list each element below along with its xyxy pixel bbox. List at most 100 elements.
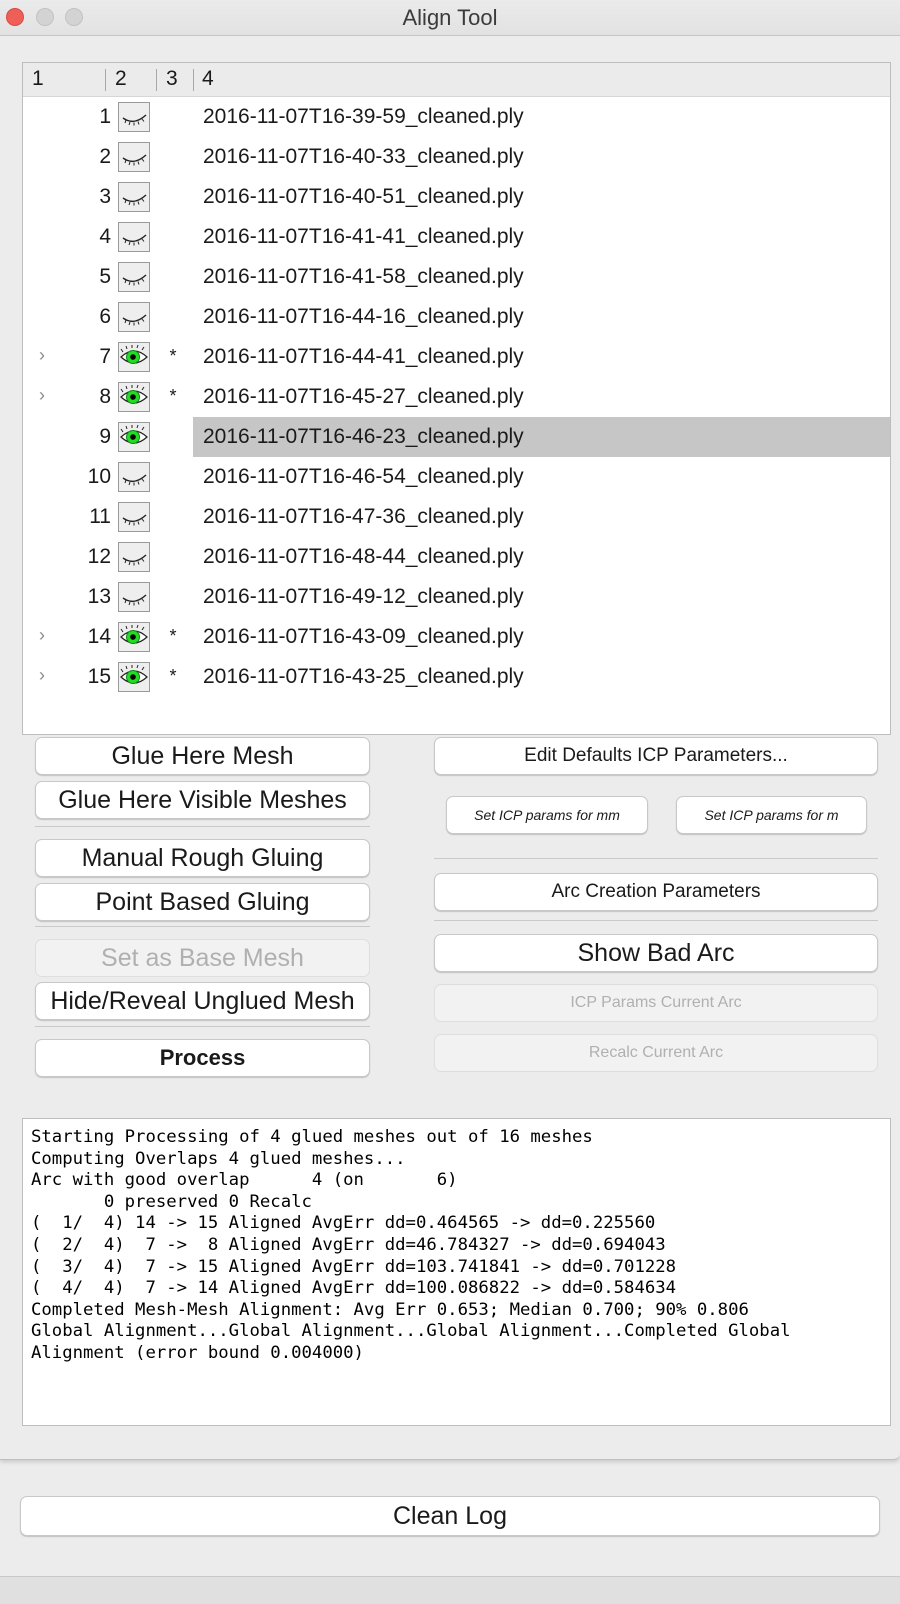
filename-cell[interactable]: 2016-11-07T16-41-41_cleaned.ply (193, 217, 890, 257)
separator (434, 920, 878, 921)
filename-cell[interactable]: 2016-11-07T16-48-44_cleaned.ply (193, 537, 890, 577)
log-line: ( 2/ 4) 7 -> 8 Aligned AvgErr dd=46.7843… (31, 1234, 666, 1255)
hide-reveal-unglued-mesh-button[interactable]: Hide/Reveal Unglued Mesh (35, 982, 370, 1020)
show-bad-arc-button[interactable]: Show Bad Arc (434, 934, 878, 972)
filename-cell[interactable]: 2016-11-07T16-40-51_cleaned.ply (193, 177, 890, 217)
filename-cell[interactable]: 2016-11-07T16-39-59_cleaned.ply (193, 97, 890, 137)
tree-row[interactable]: 10 2016-11-07T16-46-54_cleaned.ply (23, 457, 890, 497)
row-number: 15 (87, 665, 111, 688)
tree-row[interactable]: 6 2016-11-07T16-44-16_cleaned.ply (23, 297, 890, 337)
separator (35, 826, 370, 827)
log-output[interactable]: Starting Processing of 4 glued meshes ou… (22, 1118, 891, 1426)
eye-closed-icon[interactable] (118, 142, 150, 172)
tree-row[interactable]: 1 2016-11-07T16-39-59_cleaned.ply (23, 97, 890, 137)
title-bar: Align Tool (0, 0, 900, 36)
chevron-right-icon[interactable]: › (39, 665, 57, 687)
tree-row[interactable]: 11 2016-11-07T16-47-36_cleaned.ply (23, 497, 890, 537)
eye-closed-icon[interactable] (118, 182, 150, 212)
tree-rows: 1 2016-11-07T16-39-59_cleaned.ply 2 2016-11… (23, 97, 890, 697)
set-as-base-mesh-button[interactable]: Set as Base Mesh (35, 939, 370, 977)
tree-row[interactable]: › 15 * 2016-11-07T16-43-25_cleaned.ply (23, 657, 890, 697)
tree-row[interactable]: 3 2016-11-07T16-40-51_cleaned.ply (23, 177, 890, 217)
log-line: Global Alignment...Global Alignment...Gl… (31, 1321, 791, 1342)
column-separator[interactable] (105, 69, 106, 91)
row-number: 7 (99, 345, 111, 368)
filename-cell[interactable]: 2016-11-07T16-46-54_cleaned.ply (193, 457, 890, 497)
filename-cell[interactable]: 2016-11-07T16-43-09_cleaned.ply (193, 617, 890, 657)
eye-closed-icon[interactable] (118, 582, 150, 612)
mesh-tree[interactable]: 1 2 3 4 1 2016-11-07T16-39-59_cleaned.ply… (22, 62, 891, 735)
column-header-3[interactable]: 3 (166, 67, 178, 91)
tree-row[interactable]: › 7 * 2016-11-07T16-44-41_cleaned.ply (23, 337, 890, 377)
chevron-right-icon[interactable]: › (39, 345, 57, 367)
filename-cell[interactable]: 2016-11-07T16-44-16_cleaned.ply (193, 297, 890, 337)
row-number: 1 (99, 105, 111, 128)
eye-closed-icon[interactable] (118, 542, 150, 572)
column-separator[interactable] (193, 69, 194, 91)
chevron-right-icon[interactable]: › (39, 625, 57, 647)
column-header-1[interactable]: 1 (32, 67, 44, 91)
tree-row[interactable]: › 14 * 2016-11-07T16-43-09_cleaned.ply (23, 617, 890, 657)
eye-open-icon[interactable] (118, 622, 150, 652)
manual-rough-gluing-button[interactable]: Manual Rough Gluing (35, 839, 370, 877)
edit-defaults-icp-parameters-button[interactable]: Edit Defaults ICP Parameters... (434, 737, 878, 775)
set-icp-params-mm-button[interactable]: Set ICP params for mm (446, 796, 648, 834)
tree-row[interactable]: 13 2016-11-07T16-49-12_cleaned.ply (23, 577, 890, 617)
filename-cell[interactable]: 2016-11-07T16-41-58_cleaned.ply (193, 257, 890, 297)
glued-marker: * (169, 346, 177, 366)
eye-closed-icon[interactable] (118, 302, 150, 332)
filename-cell[interactable]: 2016-11-07T16-46-23_cleaned.ply (193, 417, 890, 457)
filename-cell[interactable]: 2016-11-07T16-47-36_cleaned.ply (193, 497, 890, 537)
filename: 2016-11-07T16-45-27_cleaned.ply (203, 385, 524, 408)
filename: 2016-11-07T16-43-09_cleaned.ply (203, 625, 524, 648)
separator (35, 926, 370, 927)
arc-creation-parameters-button[interactable]: Arc Creation Parameters (434, 873, 878, 911)
filename: 2016-11-07T16-44-41_cleaned.ply (203, 345, 524, 368)
tree-row[interactable]: 5 2016-11-07T16-41-58_cleaned.ply (23, 257, 890, 297)
clean-log-button[interactable]: Clean Log (20, 1496, 880, 1536)
column-separator[interactable] (156, 69, 157, 91)
log-line: ( 4/ 4) 7 -> 14 Aligned AvgErr dd=100.08… (31, 1278, 677, 1299)
column-header-2[interactable]: 2 (115, 67, 127, 91)
filename: 2016-11-07T16-40-51_cleaned.ply (203, 185, 524, 208)
tree-row[interactable]: 4 2016-11-07T16-41-41_cleaned.ply (23, 217, 890, 257)
tree-row[interactable]: › 8 * 2016-11-07T16-45-27_cleaned.ply (23, 377, 890, 417)
glue-here-visible-meshes-button[interactable]: Glue Here Visible Meshes (35, 781, 370, 819)
eye-open-icon[interactable] (118, 382, 150, 412)
filename: 2016-11-07T16-46-54_cleaned.ply (203, 465, 524, 488)
filename-cell[interactable]: 2016-11-07T16-40-33_cleaned.ply (193, 137, 890, 177)
glue-here-mesh-button[interactable]: Glue Here Mesh (35, 737, 370, 775)
eye-closed-icon[interactable] (118, 102, 150, 132)
tree-row[interactable]: 12 2016-11-07T16-48-44_cleaned.ply (23, 537, 890, 577)
set-icp-params-m-button[interactable]: Set ICP params for m (676, 796, 867, 834)
eye-closed-icon[interactable] (118, 222, 150, 252)
recalc-current-arc-button[interactable]: Recalc Current Arc (434, 1034, 878, 1072)
glued-marker: * (169, 386, 177, 406)
eye-open-icon[interactable] (118, 662, 150, 692)
log-line: ( 3/ 4) 7 -> 15 Aligned AvgErr dd=103.74… (31, 1256, 677, 1277)
row-number: 2 (99, 145, 111, 168)
filename: 2016-11-07T16-46-23_cleaned.ply (203, 425, 524, 448)
chevron-right-icon[interactable]: › (39, 385, 57, 407)
icp-params-current-arc-button[interactable]: ICP Params Current Arc (434, 984, 878, 1022)
filename: 2016-11-07T16-43-25_cleaned.ply (203, 665, 524, 688)
filename-cell[interactable]: 2016-11-07T16-45-27_cleaned.ply (193, 377, 890, 417)
filename: 2016-11-07T16-41-58_cleaned.ply (203, 265, 524, 288)
filename-cell[interactable]: 2016-11-07T16-44-41_cleaned.ply (193, 337, 890, 377)
eye-open-icon[interactable] (118, 422, 150, 452)
eye-closed-icon[interactable] (118, 462, 150, 492)
process-button[interactable]: Process (35, 1039, 370, 1077)
eye-closed-icon[interactable] (118, 502, 150, 532)
row-number: 11 (89, 505, 111, 528)
eye-open-icon[interactable] (118, 342, 150, 372)
column-header-4[interactable]: 4 (202, 67, 214, 91)
eye-closed-icon[interactable] (118, 262, 150, 292)
filename: 2016-11-07T16-49-12_cleaned.ply (203, 585, 524, 608)
log-line: ( 1/ 4) 14 -> 15 Aligned AvgErr dd=0.464… (31, 1213, 656, 1234)
tree-row[interactable]: 2 2016-11-07T16-40-33_cleaned.ply (23, 137, 890, 177)
row-number: 12 (87, 545, 111, 568)
point-based-gluing-button[interactable]: Point Based Gluing (35, 883, 370, 921)
filename-cell[interactable]: 2016-11-07T16-43-25_cleaned.ply (193, 657, 890, 697)
tree-row[interactable]: 9 2016-11-07T16-46-23_cleaned.ply (23, 417, 890, 457)
filename-cell[interactable]: 2016-11-07T16-49-12_cleaned.ply (193, 577, 890, 617)
